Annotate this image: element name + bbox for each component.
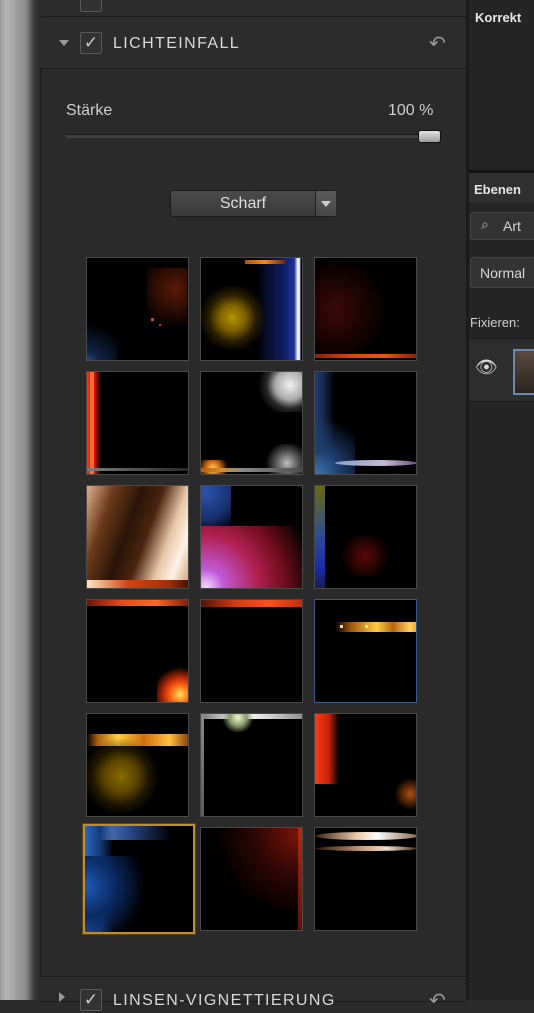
search-icon: ⌕ — [481, 216, 489, 232]
layer-filter-label: Art — [503, 218, 521, 234]
preset-thumbnail[interactable] — [314, 257, 417, 361]
preset-thumbnail[interactable] — [314, 599, 417, 703]
preset-type-dropdown[interactable]: Scharf — [170, 190, 336, 217]
preset-thumbnail[interactable] — [200, 257, 303, 361]
preset-thumbnail[interactable] — [86, 485, 189, 589]
expand-triangle-icon[interactable] — [59, 992, 65, 1002]
preset-thumbnail[interactable] — [86, 371, 189, 475]
visibility-eye-icon[interactable]: 👁 — [475, 357, 498, 378]
previous-section-header[interactable] — [40, 0, 466, 17]
preset-thumbnail[interactable] — [200, 371, 303, 475]
layer-thumbnail[interactable] — [513, 349, 534, 395]
strength-label: Stärke — [66, 102, 113, 119]
lock-label: Fixieren: — [470, 315, 520, 330]
strength-slider-handle[interactable] — [418, 130, 441, 143]
layers-tab-title[interactable]: Ebenen — [474, 182, 521, 197]
collapse-triangle-icon[interactable] — [59, 40, 69, 46]
previous-section-checkbox[interactable] — [80, 0, 102, 12]
bottom-section-checkbox[interactable]: ✓ — [80, 989, 102, 1011]
preset-type-value: Scharf — [219, 195, 267, 212]
preset-thumbnail[interactable] — [86, 713, 189, 817]
strength-slider-track[interactable] — [66, 134, 439, 138]
preset-thumbnail[interactable] — [86, 257, 189, 361]
preset-thumbnail[interactable] — [314, 827, 417, 931]
preset-thumbnail[interactable] — [314, 485, 417, 589]
preset-thumbnail[interactable] — [200, 713, 303, 817]
adjustments-tab-title[interactable]: Korrekt — [475, 10, 521, 25]
preset-thumbnail[interactable] — [200, 485, 303, 589]
preset-thumbnail-selected[interactable] — [83, 824, 195, 934]
left-window-edge — [0, 0, 40, 1000]
preset-thumbnail[interactable] — [200, 827, 303, 931]
strength-value: 100 % — [388, 102, 434, 119]
preset-thumbnail[interactable] — [314, 371, 417, 475]
layer-filter-select[interactable]: ⌕ Art — [470, 212, 534, 240]
reset-icon[interactable]: ↶ — [429, 31, 446, 56]
preset-thumbnail[interactable] — [86, 599, 189, 703]
bottom-section-title: LINSEN-VIGNETTIERUNG — [113, 992, 336, 1009]
reset-icon[interactable]: ↶ — [429, 988, 446, 1013]
blend-mode-value: Normal — [480, 265, 526, 281]
blend-mode-select[interactable]: Normal — [470, 257, 534, 288]
chevron-down-icon — [321, 201, 331, 207]
right-docked-panels: Korrekt Ebenen ⌕ Art Normal Fixieren: 👁 — [469, 0, 534, 1000]
layer-row[interactable]: 👁 — [469, 338, 534, 402]
section-header-lichteinfall[interactable]: ✓ LICHTEINFALL ↶ — [40, 18, 466, 69]
dropdown-arrow-button[interactable] — [315, 191, 336, 216]
preset-thumbnail[interactable] — [314, 713, 417, 817]
preset-thumbnail[interactable] — [200, 599, 303, 703]
section-header-linsen-vignettierung[interactable]: ✓ LINSEN-VIGNETTIERUNG ↶ — [40, 976, 466, 1012]
section-enabled-checkbox[interactable]: ✓ — [80, 32, 102, 54]
section-title: LICHTEINFALL — [113, 35, 241, 52]
